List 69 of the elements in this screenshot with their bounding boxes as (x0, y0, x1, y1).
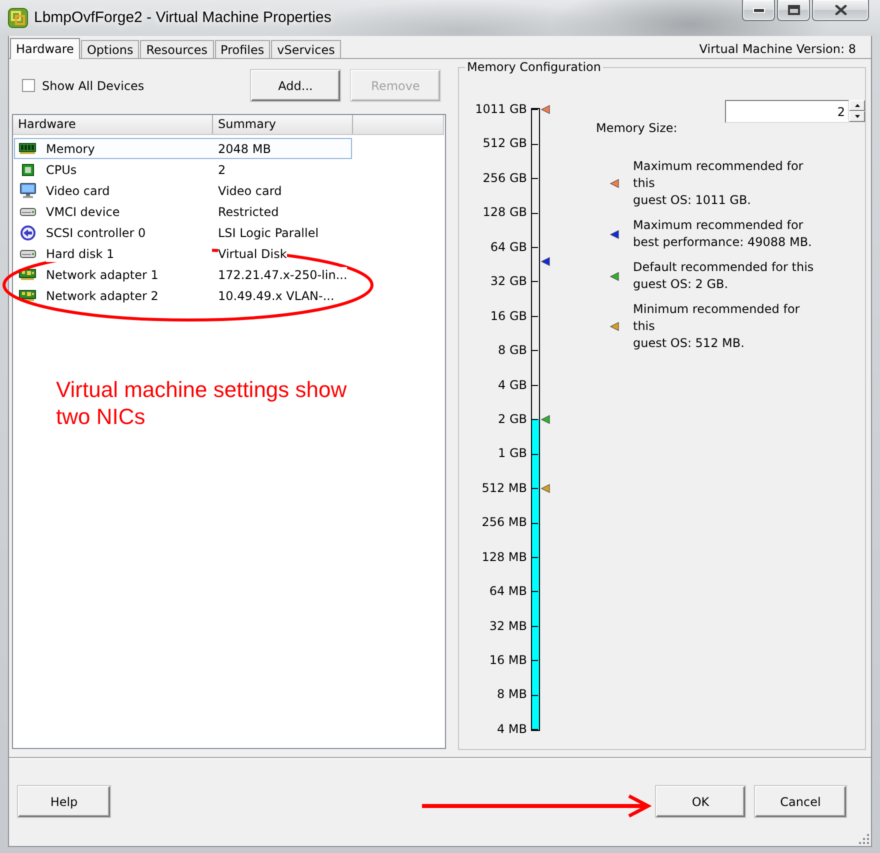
resize-grip[interactable] (858, 833, 870, 845)
table-cell: Video card (218, 182, 282, 198)
spin-up-button[interactable] (849, 100, 865, 111)
add-button[interactable]: Add... (251, 70, 340, 101)
checkbox[interactable] (22, 79, 35, 92)
drive-icon (20, 208, 36, 216)
close-icon (834, 5, 846, 15)
annotation-text: Virtual machine settings show two NICs (56, 376, 348, 430)
caret-down-icon (854, 115, 860, 118)
group-title: Memory Configuration (466, 60, 602, 74)
scale-label: 64 GB (489, 238, 527, 256)
table-cell: Virtual Disk (218, 246, 287, 262)
spin-down-button[interactable] (849, 111, 865, 122)
scale-label: 256 GB (482, 170, 527, 187)
help-button[interactable]: Help (18, 786, 110, 817)
legend-text: Minimum recommended for this guest OS: 512 MB. (633, 301, 800, 352)
column-header[interactable]: Summary (213, 115, 353, 134)
version-label: Virtual Machine Version: 8 (699, 42, 857, 56)
minimize-button[interactable] (742, 0, 775, 21)
monitor-icon (20, 183, 36, 198)
checkbox-label[interactable]: Show All Devices (42, 78, 144, 92)
scale-label: 512 MB (480, 480, 527, 497)
tab[interactable]: Hardware (10, 38, 80, 59)
window-title: LbmpOvfForge2 - Virtual Machine Properties (34, 9, 332, 27)
table-cell: LSI Logic Parallel (218, 224, 319, 240)
tab[interactable]: Options (80, 40, 140, 58)
app-icon (8, 8, 28, 28)
scale-label: 128 GB (482, 204, 527, 222)
close-button[interactable] (812, 0, 869, 21)
caret-up-icon (854, 104, 860, 107)
scale-label: 4 MB (496, 720, 527, 738)
scale-label: 32 GB (489, 273, 527, 290)
chip-icon (22, 164, 34, 176)
table-cell: 172.21.47.x-250-lin... (218, 266, 348, 282)
maximize-button[interactable] (777, 0, 810, 21)
tab[interactable]: vServices (271, 40, 341, 58)
memory-size-field[interactable]: 2 (725, 100, 849, 123)
scale-label: 64 MB (488, 583, 527, 600)
scale-label: 8 MB (496, 686, 527, 704)
legend-text: Maximum recommended for best performance: 49088 MB. (633, 217, 812, 251)
maximize-icon (788, 5, 800, 15)
scale-label: 256 MB (480, 514, 527, 532)
column-header[interactable]: Hardware (13, 115, 213, 134)
scale-label: 1 GB (497, 445, 527, 462)
ok-button[interactable]: OK (656, 786, 745, 817)
ram-module-icon (19, 143, 36, 154)
cancel-button[interactable]: Cancel (755, 786, 846, 817)
drive-icon (20, 250, 36, 258)
legend-text: Default recommended for this guest OS: 2 GB. (633, 259, 814, 293)
tab[interactable]: Profiles (214, 40, 270, 58)
scale-label: 1011 GB (474, 101, 527, 118)
legend-text: Maximum recommended for this guest OS: 1011 GB. (633, 158, 804, 209)
scale-label: 128 MB (480, 548, 527, 566)
arrow-circle-icon (20, 224, 36, 240)
scale-label: 4 GB (497, 376, 527, 394)
scale-label: 32 MB (488, 618, 527, 635)
scale-label: 2 GB (497, 410, 527, 428)
scale-label: 512 GB (482, 135, 527, 152)
scale-label: 16 MB (488, 652, 527, 669)
table-cell: Restricted (218, 204, 279, 220)
table-row[interactable]: Memory 2048 MB (14, 138, 352, 159)
minimize-icon (752, 8, 764, 12)
memory-size-label: Memory Size: (596, 121, 678, 136)
tab[interactable]: Resources (140, 40, 214, 58)
scale-label: 8 GB (497, 342, 527, 360)
network-card-icon (19, 269, 36, 280)
scale-label: 16 GB (489, 308, 527, 325)
network-card-icon (19, 290, 36, 301)
table-cell: Hard disk 1 (46, 246, 212, 262)
